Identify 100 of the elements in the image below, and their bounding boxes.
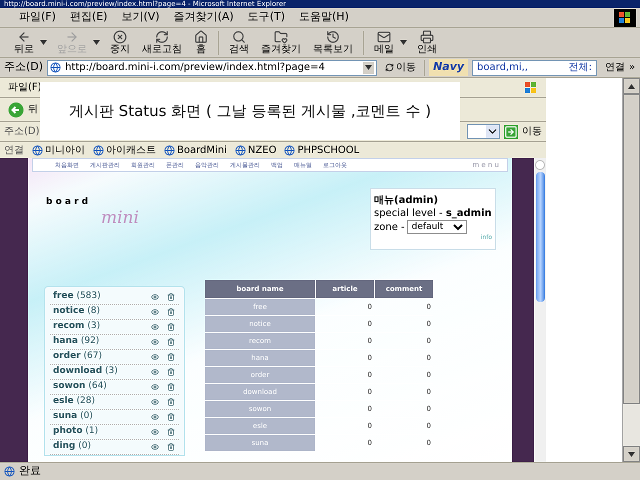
toolbar-button[interactable]: 새로고침 bbox=[136, 30, 188, 55]
trash-icon[interactable] bbox=[167, 353, 175, 361]
eye-icon[interactable] bbox=[151, 308, 159, 316]
board-link[interactable]: free (583) bbox=[53, 290, 101, 304]
board-link[interactable]: photo (1) bbox=[53, 425, 98, 439]
eye-icon[interactable] bbox=[151, 368, 159, 376]
board-link[interactable]: notice (8) bbox=[53, 305, 100, 319]
menu-item[interactable]: 편집(E) bbox=[62, 9, 114, 26]
history-icon bbox=[326, 30, 340, 44]
trash-icon[interactable] bbox=[167, 428, 175, 436]
address-label: 주소(D) bbox=[4, 125, 40, 139]
mail-icon bbox=[377, 30, 391, 44]
link-item[interactable]: 미니아이 bbox=[32, 142, 85, 158]
page-icon bbox=[164, 144, 175, 156]
eye-icon[interactable] bbox=[151, 443, 159, 451]
page-icon bbox=[50, 62, 62, 73]
dropdown-caret-icon bbox=[486, 125, 500, 138]
printer-icon bbox=[420, 30, 434, 44]
eye-icon[interactable] bbox=[151, 353, 159, 361]
folder-icon bbox=[274, 30, 288, 44]
search-field[interactable]: board,mi,, 전체: bbox=[472, 60, 598, 76]
link-item[interactable]: NZEO bbox=[234, 142, 276, 158]
links-label: 연결 bbox=[4, 144, 24, 158]
page-icon bbox=[234, 144, 246, 156]
board-link[interactable]: esle (28) bbox=[53, 395, 96, 409]
board-link[interactable]: recom (3) bbox=[53, 320, 100, 334]
inner-scrollbar[interactable] bbox=[534, 158, 546, 462]
zone-label: zone - bbox=[374, 220, 405, 234]
page-icon bbox=[4, 466, 15, 477]
toolbar-button[interactable]: 홈 bbox=[188, 30, 214, 55]
link-item[interactable]: BoardMini bbox=[164, 142, 227, 158]
board-link[interactable]: ding (0) bbox=[53, 440, 92, 454]
eye-icon[interactable] bbox=[151, 338, 159, 346]
windows-logo-icon bbox=[618, 10, 632, 24]
menu-item[interactable]: 파일(F) bbox=[12, 9, 63, 26]
trash-icon[interactable] bbox=[167, 383, 175, 391]
scroll-down-icon[interactable] bbox=[628, 452, 635, 456]
search-logo: Navy bbox=[429, 59, 468, 76]
trash-icon[interactable] bbox=[167, 293, 175, 301]
board-link[interactable]: download (3) bbox=[53, 365, 118, 379]
trash-icon[interactable] bbox=[167, 398, 175, 406]
page-icon bbox=[32, 144, 43, 156]
toolbar-button[interactable]: 메일 bbox=[368, 30, 400, 55]
trash-icon[interactable] bbox=[167, 338, 175, 346]
trash-icon[interactable] bbox=[167, 323, 175, 331]
eye-icon[interactable] bbox=[151, 428, 159, 436]
address-field[interactable] bbox=[466, 124, 500, 139]
dropdown-caret-icon[interactable] bbox=[40, 40, 47, 45]
eye-icon[interactable] bbox=[151, 413, 159, 421]
board-link[interactable]: sowon (64) bbox=[53, 380, 107, 394]
back-button-label[interactable]: 뒤 bbox=[28, 102, 38, 117]
page-icon bbox=[93, 144, 104, 156]
menu-item[interactable]: 도움말(H) bbox=[292, 9, 356, 26]
go-button[interactable]: 이동 bbox=[381, 60, 420, 75]
refresh-icon bbox=[155, 30, 169, 44]
trash-icon[interactable] bbox=[167, 308, 175, 316]
dropdown-caret-icon bbox=[365, 65, 372, 70]
board-link[interactable]: hana (92) bbox=[53, 335, 100, 349]
user-name: 매뉴(admin) bbox=[374, 194, 440, 207]
menu-item[interactable]: 보기(V) bbox=[114, 9, 167, 26]
zone-select[interactable]: default bbox=[406, 220, 467, 234]
toolbar-button[interactable]: 인쇄 bbox=[411, 30, 443, 55]
eye-icon[interactable] bbox=[151, 293, 159, 301]
board-link[interactable]: order (67) bbox=[53, 350, 102, 364]
toolbar-button[interactable]: 즐겨찾기 bbox=[255, 30, 307, 55]
eye-icon[interactable] bbox=[151, 398, 159, 406]
address-label: 주소(D) bbox=[4, 59, 44, 76]
logo-script: mini bbox=[101, 210, 140, 226]
status-text: 완료 bbox=[19, 463, 41, 480]
eye-icon[interactable] bbox=[151, 383, 159, 391]
level-text: special level - s_admin bbox=[374, 207, 492, 220]
toolbar-button[interactable]: 검색 bbox=[223, 30, 255, 55]
toolbar-button[interactable]: 중지 bbox=[104, 30, 136, 55]
trash-icon[interactable] bbox=[167, 368, 175, 376]
trash-icon[interactable] bbox=[167, 443, 175, 451]
link-item[interactable]: PHPSCHOOL bbox=[284, 142, 360, 158]
toolbar-button[interactable]: 뒤로 bbox=[8, 30, 40, 55]
address-field[interactable]: http://board.mini-i.com/preview/index.html?page=4 bbox=[47, 60, 378, 76]
eye-icon[interactable] bbox=[151, 323, 159, 331]
menu-item[interactable]: 파일(F) bbox=[8, 80, 42, 95]
menu-item[interactable]: 도구(T) bbox=[240, 9, 292, 26]
home-icon bbox=[194, 30, 208, 44]
links-label[interactable]: 연결 bbox=[605, 60, 626, 75]
go-label[interactable]: 이동 bbox=[522, 124, 542, 139]
stop-icon bbox=[113, 30, 127, 44]
dropdown-caret-icon[interactable] bbox=[400, 40, 407, 45]
page-icon bbox=[284, 144, 296, 156]
search-icon bbox=[232, 30, 246, 44]
board-link[interactable]: suna (0) bbox=[53, 410, 93, 424]
trash-icon[interactable] bbox=[167, 413, 175, 421]
link-item[interactable]: 아이캐스트 bbox=[93, 142, 156, 158]
scroll-thumb[interactable] bbox=[536, 172, 544, 302]
caption-banner: 게시판 Status 화면 ( 그날 등록된 게시물 ,코멘트 수 ) bbox=[40, 82, 460, 140]
toolbar-button[interactable]: 목록보기 bbox=[307, 30, 359, 55]
windows-logo-icon bbox=[524, 80, 538, 94]
more-chevron[interactable]: » bbox=[629, 60, 636, 75]
scroll-up-icon[interactable] bbox=[628, 84, 635, 88]
menu-item[interactable]: 즐겨찾기(A) bbox=[166, 9, 241, 26]
scrollbar[interactable] bbox=[622, 78, 640, 462]
logo-word: b o a r d bbox=[46, 196, 90, 209]
